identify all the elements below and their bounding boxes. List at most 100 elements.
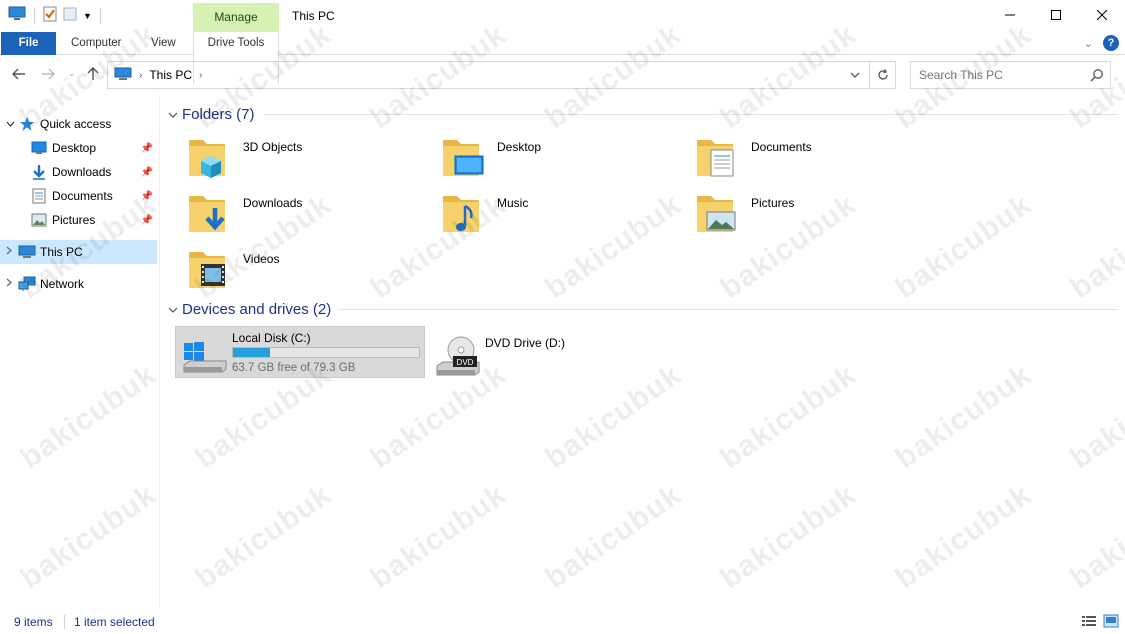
search-input[interactable]: [911, 62, 1081, 88]
folder-tile-pictures[interactable]: Pictures: [685, 188, 935, 240]
nav-item-downloads[interactable]: Downloads 📌: [0, 160, 157, 184]
devices-group-header[interactable]: Devices and drives (2): [168, 301, 1118, 318]
properties-icon[interactable]: [43, 6, 57, 25]
toolbar-separator: [99, 7, 101, 24]
expand-ribbon-icon[interactable]: ⌄: [1084, 37, 1093, 50]
nav-label: Pictures: [52, 213, 96, 227]
toolbar-separator: [34, 7, 35, 24]
drive-usage-fill: [233, 348, 270, 357]
new-folder-icon[interactable]: [63, 6, 77, 25]
expand-chevron-icon[interactable]: [6, 246, 18, 258]
address-history-dropdown-icon[interactable]: [845, 62, 865, 88]
folder-label: Music: [497, 196, 529, 210]
large-icons-view-icon[interactable]: [1103, 614, 1119, 631]
pin-icon[interactable]: 📌: [141, 167, 153, 178]
folder-label: Downloads: [243, 196, 303, 210]
window-controls: [987, 0, 1125, 30]
folder-tile-music[interactable]: Music: [431, 188, 681, 240]
music-folder-icon: [443, 196, 479, 232]
folder-label: Documents: [751, 140, 812, 154]
folders-group-header[interactable]: Folders (7): [168, 106, 1118, 123]
network-icon: [18, 276, 36, 292]
collapse-chevron-icon[interactable]: [6, 119, 18, 130]
help-icon[interactable]: ?: [1103, 35, 1119, 51]
pin-icon[interactable]: 📌: [141, 215, 153, 226]
pictures-icon: [30, 212, 48, 228]
drive-tile-local-disk-c[interactable]: Local Disk (C:) 63.7 GB free of 79.3 GB: [175, 326, 425, 378]
breadcrumb: › This PC ›: [114, 67, 202, 84]
nav-item-desktop[interactable]: Desktop 📌: [0, 136, 157, 160]
watermark-text: bakicubuk: [539, 477, 688, 596]
watermark-text: bakicubuk: [714, 357, 863, 476]
folder-tile-3d-objects[interactable]: 3D Objects: [177, 132, 427, 184]
nav-label: Desktop: [52, 141, 97, 155]
drive-free-space: 63.7 GB free of 79.3 GB: [232, 362, 356, 374]
address-bar[interactable]: › This PC ›: [107, 61, 896, 89]
details-view-icon[interactable]: [1081, 614, 1097, 631]
status-item-count: 9 items: [14, 615, 53, 629]
pane-divider[interactable]: [159, 95, 160, 610]
manage-context-tab[interactable]: Manage: [193, 3, 279, 32]
breadcrumb-this-pc[interactable]: This PC: [149, 68, 192, 82]
devices-group-title: Devices and drives (2): [182, 301, 332, 318]
tab-computer[interactable]: Computer: [71, 32, 122, 55]
search-icon[interactable]: [1090, 68, 1104, 85]
tab-view[interactable]: View: [151, 32, 176, 55]
pin-icon[interactable]: 📌: [141, 143, 153, 154]
watermark-text: bakicubuk: [364, 477, 513, 596]
folder-label: 3D Objects: [243, 140, 303, 154]
downloads-icon: [30, 164, 48, 180]
status-selection-count: 1 item selected: [74, 615, 155, 629]
nav-item-documents[interactable]: Documents 📌: [0, 184, 157, 208]
watermark-text: bakicubuk: [189, 477, 338, 596]
drive-tile-dvd-d[interactable]: DVD DVD Drive (D:): [429, 326, 679, 378]
collapse-chevron-icon[interactable]: [168, 109, 182, 121]
nav-this-pc[interactable]: This PC: [0, 240, 157, 264]
folders-group-title: Folders (7): [182, 106, 255, 123]
watermark-text: bakicubuk: [714, 477, 863, 596]
folder-tile-desktop[interactable]: Desktop: [431, 132, 681, 184]
nav-quick-access[interactable]: Quick access: [0, 112, 157, 136]
documents-icon: [30, 188, 48, 204]
3d-objects-folder-icon: [189, 140, 225, 178]
breadcrumb-separator-icon[interactable]: ›: [139, 70, 142, 81]
nav-label: This PC: [40, 245, 83, 259]
title-bar: ▼ Manage This PC: [0, 0, 1125, 32]
expand-chevron-icon[interactable]: [6, 278, 18, 290]
customize-toolbar-dropdown-icon[interactable]: ▼: [83, 11, 92, 21]
folder-tile-videos[interactable]: Videos: [177, 244, 427, 296]
maximize-button[interactable]: [1033, 0, 1079, 30]
up-arrow-icon[interactable]: [87, 67, 99, 84]
close-button[interactable]: [1079, 0, 1125, 30]
minimize-button[interactable]: [987, 0, 1033, 30]
folder-tile-downloads[interactable]: Downloads: [177, 188, 427, 240]
forward-arrow-icon[interactable]: [41, 67, 55, 83]
back-arrow-icon[interactable]: [12, 67, 26, 83]
nav-item-pictures[interactable]: Pictures 📌: [0, 208, 157, 232]
watermark-text: bakicubuk: [1064, 477, 1125, 596]
nav-network[interactable]: Network: [0, 272, 157, 296]
quick-access-star-icon: [18, 116, 36, 132]
folder-tile-documents[interactable]: Documents: [685, 132, 935, 184]
breadcrumb-separator-icon[interactable]: ›: [199, 70, 202, 81]
ribbon-tabs: File Computer View Drive Tools ⌄ ?: [0, 32, 1125, 84]
this-pc-app-icon[interactable]: [8, 6, 26, 25]
downloads-folder-icon: [189, 196, 225, 232]
desktop-icon: [30, 140, 48, 156]
group-divider: [262, 114, 1118, 115]
status-separator: [64, 615, 65, 629]
documents-folder-icon: [697, 140, 734, 177]
dvd-drive-icon: DVD: [436, 336, 480, 376]
pin-icon[interactable]: 📌: [141, 191, 153, 202]
collapse-chevron-icon[interactable]: [168, 304, 182, 316]
quick-access-toolbar: ▼: [8, 6, 103, 25]
recent-locations-dropdown-icon[interactable]: ⌄: [68, 68, 76, 79]
window-title: This PC: [292, 9, 335, 23]
pictures-folder-icon: [697, 196, 736, 232]
refresh-icon[interactable]: [869, 62, 895, 88]
this-pc-icon: [114, 67, 132, 84]
group-divider: [339, 309, 1118, 310]
nav-label: Quick access: [40, 117, 112, 131]
drive-label: Local Disk (C:): [232, 331, 311, 345]
tab-file[interactable]: File: [1, 32, 56, 55]
